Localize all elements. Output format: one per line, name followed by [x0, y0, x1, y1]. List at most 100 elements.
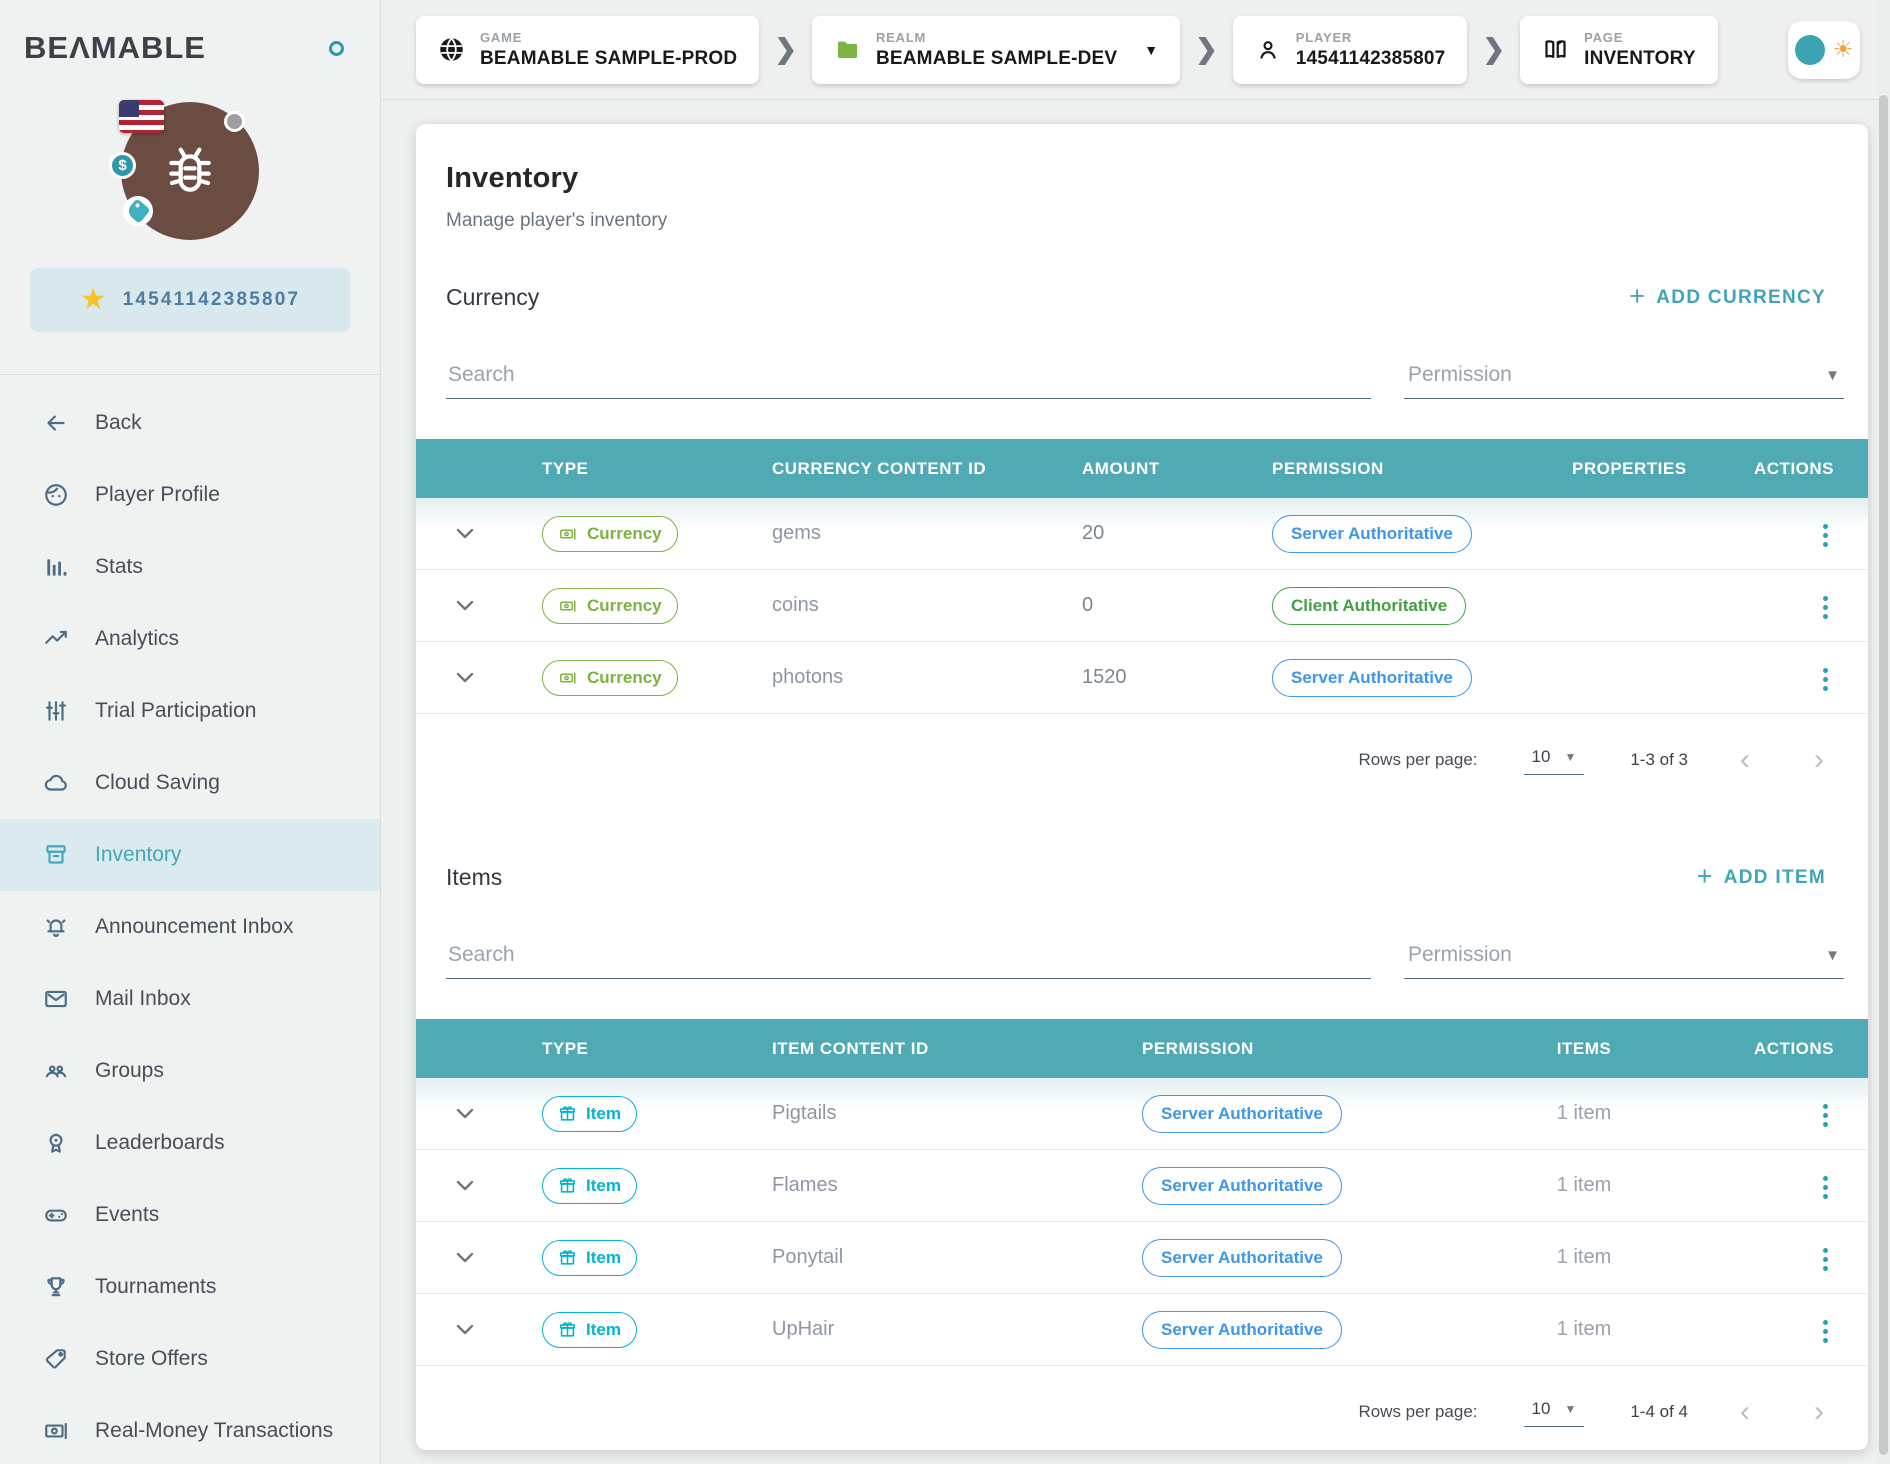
sidebar-item-player-profile[interactable]: Player Profile: [0, 459, 380, 531]
items-search-input[interactable]: [446, 937, 1371, 979]
breadcrumb-page[interactable]: PAGE INVENTORY: [1520, 16, 1718, 84]
currency-content-id: photons: [744, 666, 1054, 689]
sidebar-item-cloud-saving[interactable]: Cloud Saving: [0, 747, 380, 819]
permission-badge: Server Authoritative: [1142, 1167, 1342, 1205]
plus-icon: +: [1697, 863, 1714, 890]
beamable-portal: BEΛMABLE $ ★ 14541142385807: [0, 0, 1890, 1464]
row-actions-menu-button[interactable]: [1817, 520, 1834, 551]
sidebar-item-inventory[interactable]: Inventory: [0, 819, 380, 891]
currency-type-pill: Currency: [542, 588, 678, 624]
item-content-id: Pigtails: [744, 1102, 1114, 1125]
expand-row-button[interactable]: [416, 1324, 514, 1335]
crumb-value: BEAMABLE SAMPLE-DEV: [876, 48, 1117, 70]
banknote-icon: [558, 669, 578, 687]
sidebar-item-label: Tournaments: [95, 1275, 216, 1299]
sidebar-item-stats[interactable]: Stats: [0, 531, 380, 603]
rows-per-page-select[interactable]: 10 ▼: [1524, 1397, 1585, 1427]
caret-down-icon[interactable]: ▼: [1144, 42, 1158, 58]
globe-icon: [438, 36, 465, 63]
row-actions-menu-button[interactable]: [1817, 1172, 1834, 1203]
sidebar-item-events[interactable]: Events: [0, 1179, 380, 1251]
table-row: Currency coins 0 Client Authoritative: [416, 570, 1868, 642]
dollar-badge: $: [109, 152, 136, 179]
sidebar-item-groups[interactable]: Groups: [0, 1035, 380, 1107]
plus-icon: +: [1629, 283, 1646, 310]
breadcrumb-game[interactable]: GAME BEAMABLE SAMPLE-PROD: [416, 16, 759, 84]
content-area: Inventory Manage player's inventory Curr…: [381, 100, 1890, 1464]
permission-badge: Server Authoritative: [1142, 1095, 1342, 1133]
scrollbar-thumb[interactable]: [1879, 95, 1888, 1455]
tag-badge: [123, 196, 153, 226]
currency-amount: 20: [1054, 522, 1244, 545]
people-icon: [42, 1058, 69, 1085]
bell-icon: [42, 914, 69, 941]
main-area: GAME BEAMABLE SAMPLE-PROD ❯ REALM BEAMAB…: [381, 0, 1890, 1464]
bug-icon: [158, 139, 222, 203]
page-scrollbar[interactable]: [1877, 0, 1890, 1464]
row-actions-menu-button[interactable]: [1817, 1100, 1834, 1131]
crumb-value: 14541142385807: [1296, 48, 1446, 70]
expand-row-button[interactable]: [416, 600, 514, 611]
breadcrumb-player[interactable]: PLAYER 14541142385807: [1233, 16, 1468, 84]
gift-icon: [558, 1320, 577, 1339]
player-avatar[interactable]: $: [121, 102, 259, 240]
sidebar-item-label: Store Offers: [95, 1347, 208, 1371]
permission-badge: Server Authoritative: [1272, 659, 1472, 697]
sidebar-item-back[interactable]: Back: [0, 387, 380, 459]
row-actions-menu-button[interactable]: [1817, 1316, 1834, 1347]
permission-badge: Server Authoritative: [1272, 515, 1472, 553]
items-section-title: Items: [446, 864, 502, 891]
player-id-chip[interactable]: ★ 14541142385807: [30, 268, 350, 332]
currency-content-id: gems: [744, 522, 1054, 545]
items-permission-select[interactable]: Permission ▼: [1404, 937, 1844, 979]
currency-permission-select[interactable]: Permission ▼: [1404, 357, 1844, 399]
expand-row-button[interactable]: [416, 1252, 514, 1263]
sidebar-item-label: Player Profile: [95, 483, 220, 507]
items-table: TYPE ITEM CONTENT ID PERMISSION ITEMS AC…: [416, 1019, 1868, 1366]
trend-line-icon: [42, 626, 69, 653]
row-actions-menu-button[interactable]: [1817, 664, 1834, 695]
rows-per-page-label: Rows per page:: [1358, 1402, 1477, 1422]
item-content-id: UpHair: [744, 1318, 1114, 1341]
sidebar-item-label: Stats: [95, 555, 143, 579]
breadcrumb-realm[interactable]: REALM BEAMABLE SAMPLE-DEV ▼: [812, 16, 1180, 84]
sidebar-item-real-money-transactions[interactable]: Real-Money Transactions: [0, 1395, 380, 1464]
currency-table-header: TYPE CURRENCY CONTENT ID AMOUNT PERMISSI…: [416, 439, 1868, 498]
bar-chart-icon: [42, 554, 69, 581]
expand-row-button[interactable]: [416, 1108, 514, 1119]
currency-search-input[interactable]: [446, 357, 1371, 399]
theme-toggle[interactable]: ☀: [1788, 21, 1860, 79]
sidebar-item-label: Cloud Saving: [95, 771, 220, 795]
row-actions-menu-button[interactable]: [1817, 592, 1834, 623]
sidebar-item-trial-participation[interactable]: Trial Participation: [0, 675, 380, 747]
currency-amount: 1520: [1054, 666, 1244, 689]
chevron-right-icon: ❯: [1482, 34, 1505, 65]
sidebar-item-analytics[interactable]: Analytics: [0, 603, 380, 675]
item-type-pill: Item: [542, 1168, 637, 1204]
expand-row-button[interactable]: [416, 672, 514, 683]
rows-per-page-select[interactable]: 10 ▼: [1524, 745, 1585, 775]
caret-down-icon: ▼: [1825, 367, 1840, 384]
next-page-button[interactable]: ›: [1808, 744, 1830, 776]
sidebar-item-label: Events: [95, 1203, 159, 1227]
sidebar-item-label: Mail Inbox: [95, 987, 191, 1011]
sidebar-item-leaderboards[interactable]: Leaderboards: [0, 1107, 380, 1179]
add-item-button[interactable]: + ADD ITEM: [1691, 864, 1832, 891]
trophy-icon: [42, 1274, 69, 1301]
expand-row-button[interactable]: [416, 528, 514, 539]
row-actions-menu-button[interactable]: [1817, 1244, 1834, 1275]
sidebar-item-tournaments[interactable]: Tournaments: [0, 1251, 380, 1323]
sidebar-item-mail-inbox[interactable]: Mail Inbox: [0, 963, 380, 1035]
sidebar-item-store-offers[interactable]: Store Offers: [0, 1323, 380, 1395]
caret-down-icon: ▼: [1564, 750, 1576, 764]
previous-page-button[interactable]: ‹: [1734, 1396, 1756, 1428]
previous-page-button[interactable]: ‹: [1734, 744, 1756, 776]
next-page-button[interactable]: ›: [1808, 1396, 1830, 1428]
face-icon: [42, 482, 69, 509]
currency-type-pill: Currency: [542, 516, 678, 552]
items-count: 1 item: [1464, 1318, 1704, 1341]
add-currency-button[interactable]: + ADD CURRENCY: [1623, 284, 1832, 311]
sidebar-item-announcement-inbox[interactable]: Announcement Inbox: [0, 891, 380, 963]
banknote-icon: [558, 525, 578, 543]
expand-row-button[interactable]: [416, 1180, 514, 1191]
